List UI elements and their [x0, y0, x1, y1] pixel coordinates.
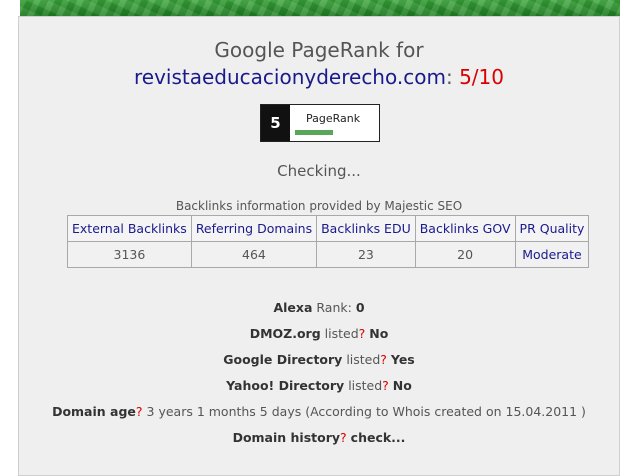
referring-domains-value: 464	[190, 241, 318, 268]
domain-age-help-link[interactable]: ?	[136, 404, 143, 419]
checking-status: Checking...	[277, 162, 361, 180]
alexa-rank-value: 0	[355, 300, 365, 315]
google-directory-listed-text: listed	[346, 352, 381, 367]
domain-link[interactable]: revistaeducacionyderecho.com	[134, 65, 446, 89]
google-directory-value: Yes	[390, 352, 415, 367]
domain-history-check-link[interactable]: check...	[351, 430, 406, 445]
google-directory-label: Google Directory	[223, 352, 343, 367]
col-pr-quality[interactable]: PR Quality	[514, 215, 590, 242]
dmoz-help-link[interactable]: ?	[359, 326, 366, 341]
pagerank-score: 5/10	[459, 65, 504, 89]
yahoo-directory-listed-text: listed	[348, 378, 383, 393]
page-title: Google PageRank for	[214, 38, 424, 62]
pagerank-label: PageRank	[306, 112, 361, 125]
dmoz-line: DMOZ.org listed? No	[19, 326, 619, 341]
dmoz-listed-text: listed	[324, 326, 359, 341]
alexa-label: Alexa	[273, 300, 313, 315]
backlinks-edu-value: 23	[316, 241, 416, 268]
backlinks-gov-value: 20	[414, 241, 516, 268]
backlinks-header-row: External Backlinks Referring Domains Bac…	[67, 215, 590, 242]
domain-age-value: 3 years 1 months 5 days (According to Wh…	[146, 404, 586, 419]
col-external-backlinks[interactable]: External Backlinks	[67, 215, 192, 242]
pagerank-bar-fill	[295, 130, 333, 135]
backlinks-caption: Backlinks information provided by Majest…	[175, 199, 463, 213]
backlinks-table: External Backlinks Referring Domains Bac…	[67, 215, 590, 268]
col-backlinks-edu[interactable]: Backlinks EDU	[316, 215, 416, 242]
site-banner	[20, 0, 620, 16]
pagerank-panel: Google PageRank for revistaeducacionyder…	[18, 16, 620, 476]
pagerank-widget[interactable]: 5 PageRank	[260, 104, 380, 142]
domain-history-line: Domain history? check...	[19, 430, 619, 445]
alexa-rank-text: Rank:	[316, 300, 352, 315]
yahoo-directory-line: Yahoo! Directory listed? No	[19, 378, 619, 393]
domain-age-label: Domain age	[52, 404, 136, 419]
yahoo-directory-label: Yahoo! Directory	[226, 378, 345, 393]
backlinks-value-row: 3136 464 23 20 Moderate	[67, 241, 590, 268]
col-referring-domains[interactable]: Referring Domains	[190, 215, 318, 242]
external-backlinks-value: 3136	[67, 241, 192, 268]
pr-quality-value[interactable]: Moderate	[514, 241, 590, 268]
dmoz-value: No	[369, 326, 389, 341]
dmoz-label: DMOZ.org	[249, 326, 321, 341]
title-colon: :	[445, 65, 453, 89]
pagerank-value: 5	[261, 105, 290, 141]
alexa-rank-line: Alexa Rank: 0	[19, 300, 619, 315]
domain-history-label: Domain history	[232, 430, 341, 445]
google-directory-help-link[interactable]: ?	[380, 352, 387, 367]
domain-history-help-link[interactable]: ?	[340, 430, 347, 445]
col-backlinks-gov[interactable]: Backlinks GOV	[414, 215, 516, 242]
yahoo-directory-value: No	[392, 378, 412, 393]
google-directory-line: Google Directory listed? Yes	[19, 352, 619, 367]
pagerank-bar	[295, 130, 371, 135]
domain-age-line: Domain age? 3 years 1 months 5 days (Acc…	[19, 404, 619, 419]
domain-score-line: revistaeducacionyderecho.com: 5/10	[19, 65, 619, 89]
yahoo-directory-help-link[interactable]: ?	[382, 378, 389, 393]
